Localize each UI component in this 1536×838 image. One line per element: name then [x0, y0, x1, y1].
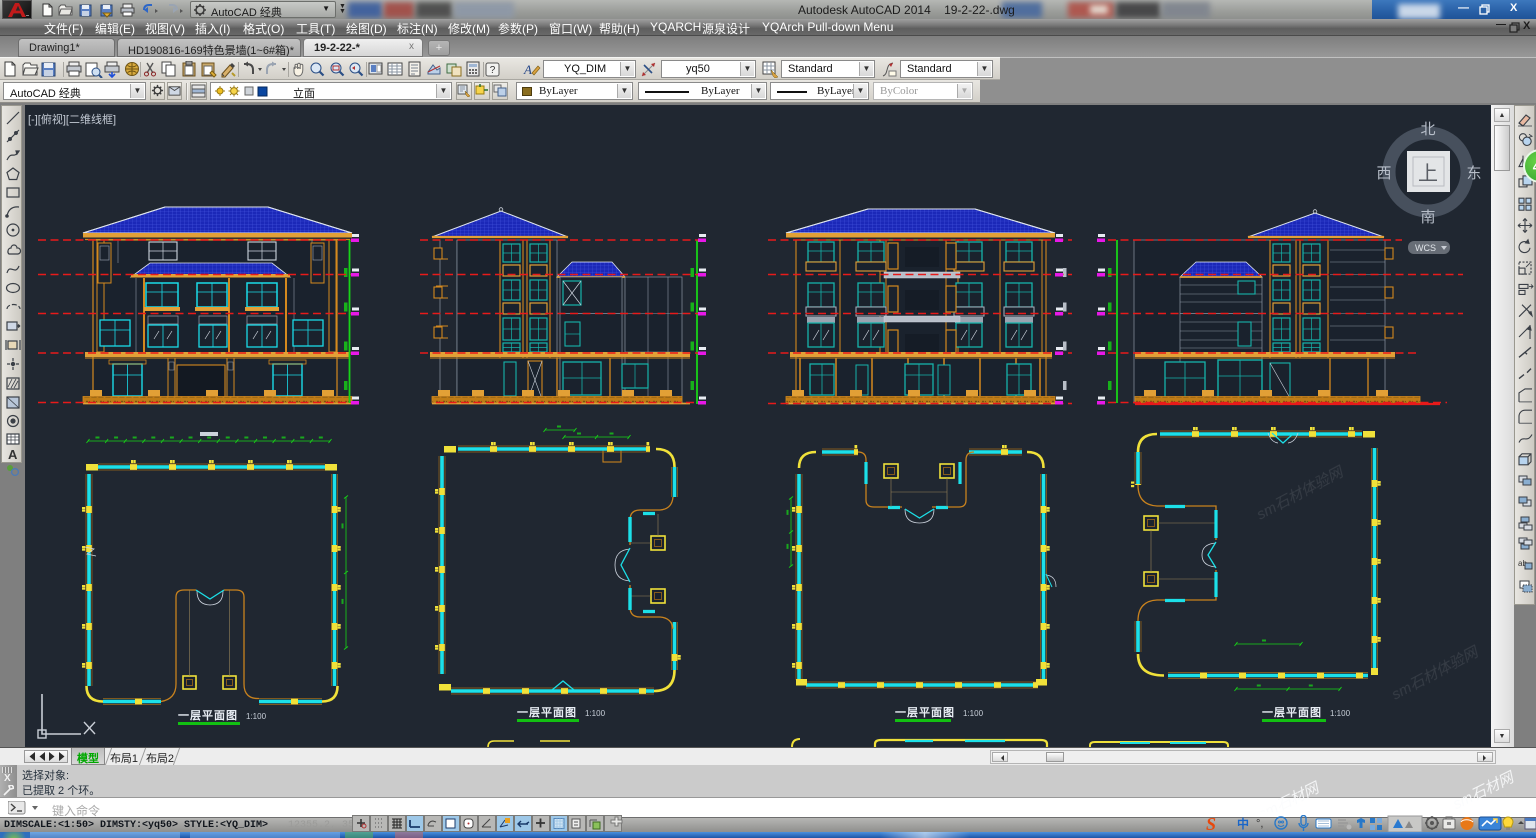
svg-text:1:100: 1:100 — [246, 712, 267, 721]
svg-text:1:100: 1:100 — [963, 709, 984, 718]
svg-text:东: 东 — [1466, 165, 1481, 182]
svg-text:?: ? — [490, 65, 496, 76]
svg-text:A: A — [523, 62, 532, 77]
svg-text:°,: °, — [1256, 818, 1263, 830]
svg-text:北: 北 — [1420, 121, 1435, 138]
svg-text:S: S — [1206, 815, 1216, 832]
svg-text:A: A — [8, 447, 18, 461]
svg-text:1:100: 1:100 — [1330, 709, 1351, 718]
svg-text:一层平面图: 一层平面图 — [517, 706, 577, 719]
svg-text:上: 上 — [1418, 162, 1438, 185]
svg-text:一层平面图: 一层平面图 — [1262, 706, 1322, 719]
svg-text:西: 西 — [1376, 165, 1391, 182]
svg-text:[-][俯视][二维线框]: [-][俯视][二维线框] — [28, 112, 116, 126]
svg-text:中: 中 — [1237, 816, 1249, 831]
svg-text:1:100: 1:100 — [585, 709, 606, 718]
svg-text:一层平面图: 一层平面图 — [178, 709, 238, 722]
svg-text:WCS: WCS — [1415, 243, 1436, 253]
svg-text:南: 南 — [1420, 209, 1435, 226]
svg-text:一层平面图: 一层平面图 — [895, 706, 955, 719]
